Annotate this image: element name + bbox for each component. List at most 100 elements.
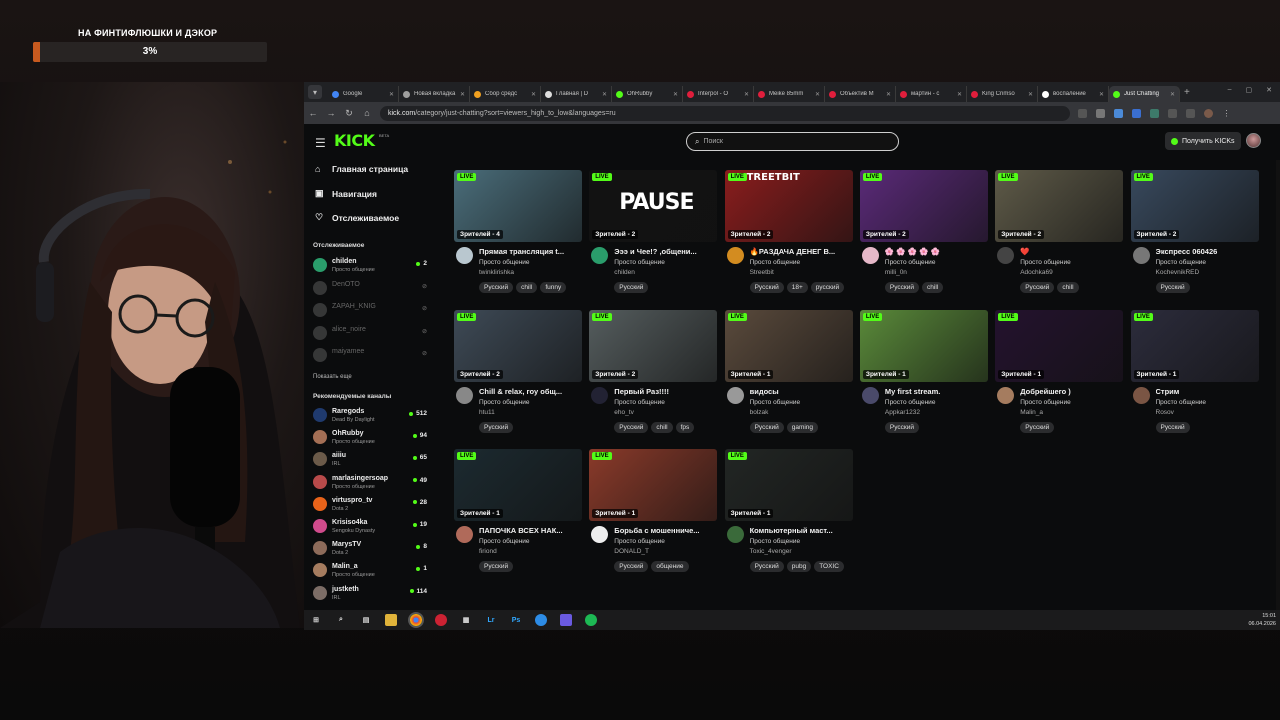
new-tab-button[interactable]: +	[1184, 87, 1190, 98]
show-more-link[interactable]: Показать еще	[313, 374, 352, 380]
back-icon[interactable]: ←	[304, 108, 322, 118]
tag-chip[interactable]: Русский	[884, 282, 920, 293]
close-tab-icon[interactable]: ✕	[1170, 91, 1175, 98]
tag-chip[interactable]: Русский	[614, 282, 649, 293]
stream-category[interactable]: Просто общение	[479, 538, 530, 545]
stream-username[interactable]: Streetbit	[750, 269, 774, 276]
channel-avatar[interactable]	[591, 386, 609, 404]
sidebar-channel[interactable]: DenOTO ⊘	[313, 279, 427, 299]
translate-icon[interactable]	[1078, 108, 1087, 118]
tag-chip[interactable]: Русский	[479, 282, 514, 293]
chrome-icon[interactable]	[410, 614, 422, 626]
stream-username[interactable]: Malin_a	[1020, 409, 1043, 416]
tag-chip[interactable]: Русский	[749, 421, 784, 433]
stream-thumbnail[interactable]: LIVE Зрителей - 1	[724, 449, 853, 521]
browser-tab[interactable]: воспаление ✕	[1038, 86, 1109, 102]
tag-chip[interactable]: Русский	[479, 421, 514, 433]
tag-chip[interactable]: 18+	[786, 282, 808, 293]
channel-avatar[interactable]	[997, 386, 1015, 404]
nav-home[interactable]: ⌂ Главная страница	[315, 164, 408, 174]
stream-card[interactable]: LIVE Зрителей - 2 Первый Раз!!!! Просто общ…	[589, 309, 718, 442]
channel-avatar[interactable]	[861, 247, 879, 264]
tag-chip[interactable]: chill	[1057, 282, 1079, 293]
channel-avatar[interactable]	[591, 247, 609, 264]
channel-avatar[interactable]	[456, 526, 473, 543]
channel-avatar[interactable]	[861, 386, 879, 404]
tag-chip[interactable]: TOXIC	[814, 561, 844, 572]
stream-thumbnail[interactable]: LIVE Зрителей - 2	[995, 170, 1124, 242]
stream-thumbnail[interactable]: LIVE Зрителей - 1	[995, 309, 1124, 382]
stream-category[interactable]: Просто общение	[750, 399, 801, 406]
user-avatar[interactable]	[1246, 133, 1261, 148]
browser-tab[interactable]: Сбор средс ✕	[470, 86, 541, 102]
tag-chip[interactable]: Русский	[884, 421, 920, 433]
stream-card[interactable]: LIVE Зрителей - 2 🌸 🌸 🌸 🌸 🌸 Просто общение m…	[859, 170, 988, 302]
stream-title[interactable]: 🔥РАЗДАЧА ДЕНЕГ В...	[750, 247, 853, 256]
stream-card[interactable]: LIVE Зрителей - 4 Прямая трансляция t... Пр…	[454, 170, 582, 302]
tag-chip[interactable]: gaming	[786, 421, 819, 433]
nav-browse[interactable]: ▣ Навигация	[315, 188, 377, 199]
close-tab-icon[interactable]: ✕	[673, 91, 678, 98]
stream-title[interactable]: Chill & relax, гоу общ...	[479, 387, 582, 396]
stream-username[interactable]: DONALD_T	[614, 548, 649, 555]
sidebar-channel[interactable]: childen Просто общение 2	[313, 256, 427, 276]
browser-tab[interactable]: Meike 85mm ✕	[754, 86, 825, 102]
stream-card[interactable]: LIVE Зрителей - 1 видосы Просто общение bolz…	[724, 309, 853, 442]
stream-title[interactable]: ❤️	[1020, 247, 1123, 256]
system-tray-clock[interactable]: 15:01 06.04.2026	[1248, 612, 1276, 628]
stream-title[interactable]: 🌸 🌸 🌸 🌸 🌸	[885, 247, 988, 256]
stream-card[interactable]: LIVE Зрителей - 1 Компьютерный маст... Прос…	[724, 449, 853, 581]
stream-thumbnail[interactable]: LIVE Зрителей - 1	[589, 449, 718, 521]
stream-username[interactable]: twinklirishka	[479, 269, 514, 276]
stream-thumbnail[interactable]: LIVE Зрителей - 1	[859, 309, 988, 382]
tag-chip[interactable]: Русский	[1020, 282, 1055, 293]
sidebar-recommended-channel[interactable]: Malin_a Просто общение 1	[313, 561, 427, 581]
sidebar-recommended-channel[interactable]: MarysTV Dota 2 8	[313, 539, 427, 559]
stream-card[interactable]: LIVE Зрителей - 2 Chill & relax, гоу общ..…	[454, 309, 582, 442]
search-icon[interactable]: ⌕	[335, 614, 347, 626]
close-tab-icon[interactable]: ✕	[957, 91, 962, 98]
stream-card[interactable]: LIVE Зрителей - 1 Добрейшего ) Просто общен…	[995, 309, 1124, 442]
browser-tab[interactable]: Новая вкладка ✕	[399, 86, 470, 102]
stream-card[interactable]: LIVE Зрителей - 1 My first stream. Просто о…	[859, 309, 988, 442]
url-field[interactable]: kick.com/category/just-chatting?sort=vie…	[380, 105, 1070, 121]
tag-chip[interactable]: Русский	[749, 282, 784, 293]
stream-title[interactable]: видосы	[750, 387, 853, 396]
browser-tab[interactable]: мартин - с ✕	[896, 86, 967, 102]
stream-thumbnail[interactable]: LIVE Зрителей - 2	[589, 309, 718, 382]
tag-chip[interactable]: Русский	[1020, 421, 1055, 433]
stream-title[interactable]: Экспресс 060426	[1156, 247, 1259, 256]
stream-title[interactable]: My first stream.	[885, 387, 988, 396]
stream-category[interactable]: Просто общение	[479, 399, 530, 406]
download-icon[interactable]	[1186, 108, 1195, 118]
browser-tab[interactable]: Google ✕	[328, 86, 399, 102]
kick-logo[interactable]: KICK	[334, 131, 375, 150]
stream-username[interactable]: milli_0n	[885, 269, 907, 276]
stream-title[interactable]: Стрим	[1156, 387, 1259, 396]
stream-username[interactable]: bolzak	[750, 409, 769, 416]
channel-avatar[interactable]	[456, 247, 473, 264]
tag-chip[interactable]: fps	[675, 421, 695, 433]
browser-tab[interactable]: OhRubby ✕	[612, 86, 683, 102]
stream-username[interactable]: Appkar1232	[885, 409, 920, 416]
close-tab-icon[interactable]: ✕	[531, 91, 536, 98]
tag-chip[interactable]: Русский	[1155, 421, 1190, 433]
channel-avatar[interactable]	[726, 386, 744, 404]
stream-title[interactable]: Компьютерный маст...	[750, 526, 853, 535]
sidebar-recommended-channel[interactable]: Raregods Dead By Daylight 512	[313, 406, 427, 426]
profile-icon[interactable]	[1204, 108, 1213, 118]
tag-chip[interactable]: общение	[651, 561, 689, 572]
stream-category[interactable]: Просто общение	[1020, 399, 1071, 406]
close-tab-icon[interactable]: ✕	[744, 91, 749, 98]
maximize-icon[interactable]: ▢	[1246, 86, 1253, 94]
stream-card[interactable]: LIVE Зрителей - 1 ПАПОЧКА ВСЕХ НАК... Прост…	[454, 449, 582, 581]
stream-username[interactable]: Adochka69	[1020, 269, 1053, 276]
channel-avatar[interactable]	[726, 247, 744, 264]
tag-chip[interactable]: chill	[922, 282, 944, 293]
browser-tab[interactable]: Главная | D ✕	[541, 86, 612, 102]
photoshop-icon[interactable]: Ps	[510, 614, 522, 626]
nav-following[interactable]: ♡ Отслеживаемое	[315, 212, 399, 223]
stream-thumbnail[interactable]: LIVE Зрителей - 2	[454, 309, 582, 382]
sidebar-recommended-channel[interactable]: aiiiu IRL 65	[313, 450, 427, 470]
app-icon[interactable]: ▦	[460, 614, 472, 626]
